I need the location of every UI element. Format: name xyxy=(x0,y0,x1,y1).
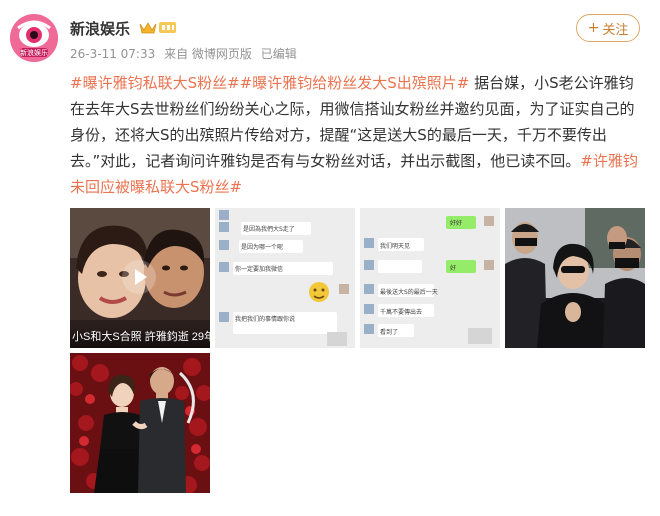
red-carpet-photo-image xyxy=(70,353,210,493)
hashtag-link[interactable]: #曝许雅钧私联大S粉丝# xyxy=(70,74,240,92)
chat-line: 最後送大S的最后一天 xyxy=(380,289,438,296)
post-edited[interactable]: 已编辑 xyxy=(261,47,297,61)
svg-text:新浪娱乐: 新浪娱乐 xyxy=(20,48,48,57)
chat-line: 你一定要加我微信 xyxy=(235,266,284,273)
chat-line: 看到了 xyxy=(380,329,399,336)
video-thumbnail[interactable]: 小S和大S合照 許雅鈞逝 29年 xyxy=(70,208,210,348)
hashtag-link[interactable]: #曝许雅钧给粉丝发大S出殡照片# xyxy=(240,74,470,92)
follow-button[interactable]: + 关注 xyxy=(576,14,640,42)
vip-gold-badge-icon xyxy=(139,22,176,34)
play-button[interactable] xyxy=(122,260,156,294)
chat-screenshot-1[interactable]: 是因為我們大S走了 是因为哪一个呢 你一定要加我微信 我把我们的事情跟你说 xyxy=(215,208,355,348)
play-icon xyxy=(135,269,147,285)
sina-ent-logo-icon: 新浪娱乐 xyxy=(10,14,58,62)
account-name[interactable]: 新浪娱乐 xyxy=(70,18,130,39)
chat-screenshot-2[interactable]: 好好 我们明天见 好 最後送大S的最后一天 千萬不要傳出去 看到了 xyxy=(360,208,500,348)
post-source: 来自 微博网页版 xyxy=(164,47,252,61)
post-time[interactable]: 26-3-11 07:33 xyxy=(70,47,155,61)
post-meta: 26-3-11 07:33 来自 微博网页版 已编辑 xyxy=(70,45,302,62)
chat-line: 我把我们的事情跟你说 xyxy=(235,316,296,323)
funeral-photo[interactable] xyxy=(505,208,645,348)
post-text: #曝许雅钧私联大S粉丝##曝许雅钧给粉丝发大S出殡照片# 据台媒，小S老公许雅钧… xyxy=(70,70,644,200)
funeral-photo-image xyxy=(505,208,645,348)
chat-line: 我们明天见 xyxy=(380,243,411,250)
red-carpet-photo[interactable] xyxy=(70,353,210,493)
video-caption: 小S和大S合照 許雅鈞逝 29年 xyxy=(72,331,210,343)
account-avatar[interactable]: 新浪娱乐 xyxy=(10,14,58,62)
chat-line: 好 xyxy=(450,265,457,272)
chat-line: 是因为哪一个呢 xyxy=(241,244,284,251)
weibo-post: 新浪娱乐 新浪娱乐 26-3-11 07:33 来自 微博网页版 已编辑 + 关… xyxy=(0,0,660,516)
plus-icon: + xyxy=(587,20,600,36)
follow-label: 关注 xyxy=(602,22,629,38)
chat-line: 好好 xyxy=(450,220,463,227)
chat-line: 千萬不要傳出去 xyxy=(380,309,423,316)
chat-line: 是因為我們大S走了 xyxy=(243,226,295,233)
